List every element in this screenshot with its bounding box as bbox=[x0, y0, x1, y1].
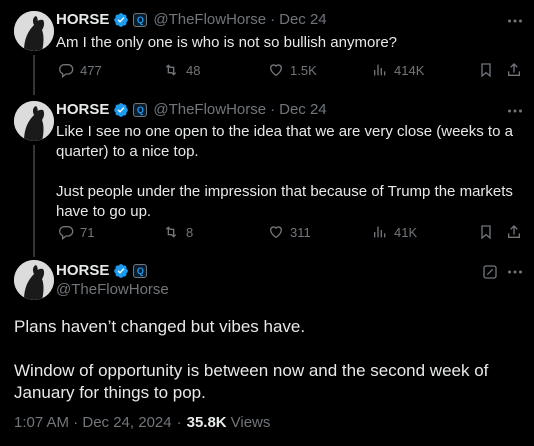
author-handle[interactable]: @TheFlowHorse bbox=[153, 101, 266, 118]
analytics-icon bbox=[374, 226, 386, 238]
reply-count: 477 bbox=[80, 62, 102, 78]
tweet-date[interactable]: Dec 24 bbox=[279, 11, 327, 28]
tweet-paragraph: Plans haven’t changed but vibes have. bbox=[14, 317, 306, 336]
verified-badge-icon bbox=[113, 12, 129, 28]
views-button[interactable]: 414K bbox=[372, 62, 424, 78]
like-button[interactable]: 311 bbox=[268, 224, 311, 240]
tweet-paragraph: Window of opportunity is between now and… bbox=[14, 361, 489, 402]
more-options-icon[interactable] bbox=[506, 263, 524, 281]
tweet-meta: 1:07 AM · Dec 24, 2024 · 35.8K Views bbox=[14, 414, 270, 431]
tweet-date[interactable]: Dec 24 bbox=[279, 101, 327, 118]
like-count: 311 bbox=[290, 224, 311, 240]
heart-icon bbox=[269, 226, 283, 239]
affiliate-badge-icon[interactable]: Q bbox=[133, 102, 148, 117]
avatar[interactable] bbox=[14, 11, 54, 51]
avatar[interactable] bbox=[14, 101, 54, 141]
reply-icon bbox=[59, 226, 74, 240]
verified-badge-icon bbox=[113, 102, 129, 118]
author-name[interactable]: HORSE bbox=[56, 101, 109, 118]
like-count: 1.5K bbox=[290, 62, 317, 78]
more-options-icon[interactable] bbox=[506, 12, 524, 30]
separator-dot: · bbox=[270, 11, 276, 28]
tweet-actions: 477 48 1.5K 414K bbox=[0, 62, 534, 80]
views-label: Views bbox=[230, 414, 271, 431]
reply-button[interactable]: 71 bbox=[58, 224, 94, 240]
views-count: 41K bbox=[394, 224, 418, 240]
affiliate-badge-icon[interactable]: Q bbox=[133, 263, 148, 278]
reply-icon bbox=[59, 64, 74, 78]
reply-button[interactable]: 477 bbox=[58, 62, 102, 78]
repost-count: 48 bbox=[186, 62, 201, 78]
bookmark-icon[interactable] bbox=[478, 224, 494, 240]
tweet-text: Am I the only one is who is not so bulli… bbox=[56, 33, 516, 53]
share-icon[interactable] bbox=[506, 62, 522, 78]
more-options-icon[interactable] bbox=[506, 102, 524, 120]
tweet-paragraph: Just people under the impression that be… bbox=[56, 183, 513, 220]
repost-button[interactable]: 8 bbox=[162, 224, 193, 240]
separator-dot: · bbox=[176, 414, 182, 431]
repost-icon bbox=[165, 64, 177, 76]
views-count: 35.8K bbox=[186, 414, 227, 431]
tweet-text: Like I see no one open to the idea that … bbox=[56, 122, 516, 222]
analytics-icon bbox=[374, 64, 386, 76]
tweet-timestamp[interactable]: 1:07 AM · Dec 24, 2024 bbox=[14, 414, 172, 431]
author-name[interactable]: HORSE bbox=[56, 11, 109, 28]
tweet-header: HORSE Q bbox=[56, 262, 148, 279]
views-button[interactable]: 41K bbox=[372, 224, 417, 240]
author-name[interactable]: HORSE bbox=[56, 262, 109, 279]
verified-badge-icon bbox=[113, 263, 129, 279]
heart-icon bbox=[269, 64, 283, 77]
affiliate-badge-icon[interactable]: Q bbox=[133, 12, 148, 27]
repost-icon bbox=[165, 226, 177, 238]
views-count: 414K bbox=[394, 62, 425, 78]
tweet-header: HORSE Q @TheFlowHorse · Dec 24 bbox=[56, 101, 327, 118]
grok-icon[interactable] bbox=[482, 264, 498, 280]
reply-count: 71 bbox=[80, 224, 95, 240]
like-button[interactable]: 1.5K bbox=[268, 62, 317, 78]
author-handle[interactable]: @TheFlowHorse bbox=[153, 11, 266, 28]
author-handle[interactable]: @TheFlowHorse bbox=[56, 281, 169, 298]
avatar[interactable] bbox=[14, 260, 54, 300]
tweet-header: HORSE Q @TheFlowHorse · Dec 24 bbox=[56, 11, 327, 28]
tweet-actions: 71 8 311 41K bbox=[0, 224, 534, 242]
tweet-text-line: Am I the only one is who is not so bulli… bbox=[56, 34, 398, 51]
separator-dot: · bbox=[270, 101, 276, 118]
repost-count: 8 bbox=[186, 224, 194, 240]
repost-button[interactable]: 48 bbox=[162, 62, 200, 78]
share-icon[interactable] bbox=[506, 224, 522, 240]
bookmark-icon[interactable] bbox=[478, 62, 494, 78]
tweet-paragraph: Like I see no one open to the idea that … bbox=[56, 123, 513, 160]
main-tweet-text: Plans haven’t changed but vibes have. Wi… bbox=[14, 316, 524, 404]
